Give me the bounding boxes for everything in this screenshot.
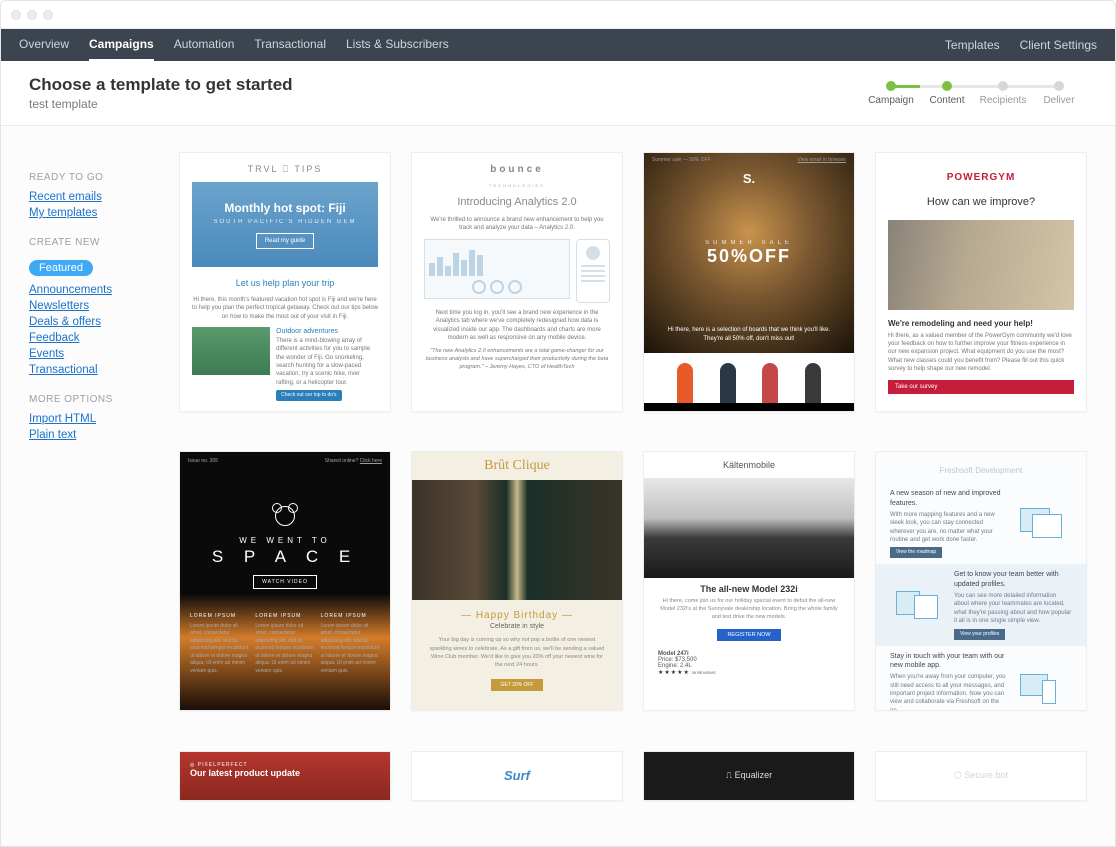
link-import-html[interactable]: Import HTML [29, 413, 151, 425]
page-subheader: Choose a template to get started test te… [1, 61, 1115, 126]
nav-lists-subscribers[interactable]: Lists & Subscribers [346, 29, 449, 62]
nav-automation[interactable]: Automation [174, 29, 235, 62]
group-create-new: CREATE NEW [29, 237, 151, 248]
template-trvl-tips[interactable]: TRVL ⎕ TIPS Monthly hot spot: Fiji SOUTH… [179, 152, 391, 412]
nav-overview[interactable]: Overview [19, 29, 69, 62]
template-summer-sale[interactable]: Summer sale — 50% OFFView email in brows… [643, 152, 855, 412]
trvl-desc: Hi there, this month's featured vacation… [192, 296, 378, 321]
page-title: Choose a template to get started [29, 75, 293, 95]
trvl-block: Outdoor adventures There is a mind-blowi… [192, 327, 378, 401]
kalten-image [644, 478, 854, 578]
link-featured[interactable]: Featured [29, 260, 93, 276]
nav-campaigns[interactable]: Campaigns [89, 29, 154, 62]
link-recent-emails[interactable]: Recent emails [29, 191, 151, 203]
brut-cta-btn: GET 20% OFF [491, 679, 544, 691]
close-dot[interactable] [11, 10, 21, 20]
nav-transactional[interactable]: Transactional [254, 29, 326, 62]
space-watch-btn: WATCH VIDEO [253, 575, 317, 589]
kalten-brand: Kältenmobile [644, 452, 854, 478]
trvl-block-btn: Check out our top to do's [276, 390, 341, 401]
template-kaltenmobile[interactable]: Kältenmobile The all-new Model 232i Hi t… [643, 451, 855, 711]
powergym-survey-btn: Take our survey [888, 380, 1074, 394]
link-announcements[interactable]: Announcements [29, 284, 151, 296]
trvl-brand: TRVL ⎕ TIPS [192, 163, 378, 176]
template-powergym[interactable]: POWERGYM How can we improve? We're remod… [875, 152, 1087, 412]
nav-templates[interactable]: Templates [945, 30, 1000, 60]
template-surf[interactable]: Surf [411, 751, 623, 801]
min-dot[interactable] [27, 10, 37, 20]
bounce-brand: bounce [490, 163, 544, 177]
main-content: READY TO GO Recent emails My templates C… [1, 126, 1115, 846]
freshsoft-brand: Freshsoft Development [876, 452, 1086, 483]
brut-brand: Brût Clique [412, 452, 622, 480]
template-space[interactable]: Issue no. 305Shared online? Click here W… [179, 451, 391, 711]
template-securebot[interactable]: ⬡ Secure.bot [875, 751, 1087, 801]
link-plain-text[interactable]: Plain text [29, 429, 151, 441]
bounce-headline: Introducing Analytics 2.0 [457, 195, 576, 210]
powergym-brand: POWERGYM [888, 163, 1074, 193]
trvl-hero: Monthly hot spot: Fiji SOUTH PACIFIC'S H… [192, 182, 378, 268]
link-my-templates[interactable]: My templates [29, 207, 151, 219]
rings-icon [275, 506, 295, 526]
sidebar: READY TO GO Recent emails My templates C… [1, 126, 151, 846]
page-subtitle: test template [29, 97, 293, 111]
trvl-read-guide-btn: Read my guide [256, 233, 314, 249]
nav-left: Overview Campaigns Automation Transactio… [19, 29, 449, 62]
main-navbar: Overview Campaigns Automation Transactio… [1, 29, 1115, 61]
powergym-image [888, 220, 1074, 310]
nav-right: Templates Client Settings [945, 30, 1097, 60]
trvl-cta: Let us help plan your trip [192, 277, 378, 290]
app-window: Overview Campaigns Automation Transactio… [0, 0, 1116, 847]
template-brut-clique[interactable]: Brût Clique Happy Birthday Celebrate in … [411, 451, 623, 711]
link-feedback[interactable]: Feedback [29, 332, 151, 344]
link-events[interactable]: Events [29, 348, 151, 360]
summer-products [644, 353, 854, 403]
kalten-register-btn: REGISTER NOW [717, 629, 780, 641]
template-gallery: TRVL ⎕ TIPS Monthly hot spot: Fiji SOUTH… [151, 126, 1115, 846]
template-equalizer[interactable]: ⎍ Equalizer [643, 751, 855, 801]
link-newsletters[interactable]: Newsletters [29, 300, 151, 312]
progress-stepper: Campaign Content Recipients Deliver [863, 81, 1087, 106]
template-freshsoft[interactable]: Freshsoft Development A new season of ne… [875, 451, 1087, 711]
summer-hero: Summer sale — 50% OFFView email in brows… [644, 153, 854, 353]
template-pixelperfect[interactable]: ◎ PIXELPERFECT Our latest product update [179, 751, 391, 801]
group-ready: READY TO GO [29, 172, 151, 183]
link-transactional[interactable]: Transactional [29, 364, 151, 376]
template-bounce[interactable]: bounce TECHNOLOGIES Introducing Analytic… [411, 152, 623, 412]
powergym-question: How can we improve? [888, 195, 1074, 210]
window-titlebar [1, 1, 1115, 29]
brut-image [412, 480, 622, 600]
nav-client-settings[interactable]: Client Settings [1020, 30, 1097, 60]
link-deals-offers[interactable]: Deals & offers [29, 316, 151, 328]
bounce-wireframes [424, 239, 610, 303]
max-dot[interactable] [43, 10, 53, 20]
group-more-options: MORE OPTIONS [29, 394, 151, 405]
